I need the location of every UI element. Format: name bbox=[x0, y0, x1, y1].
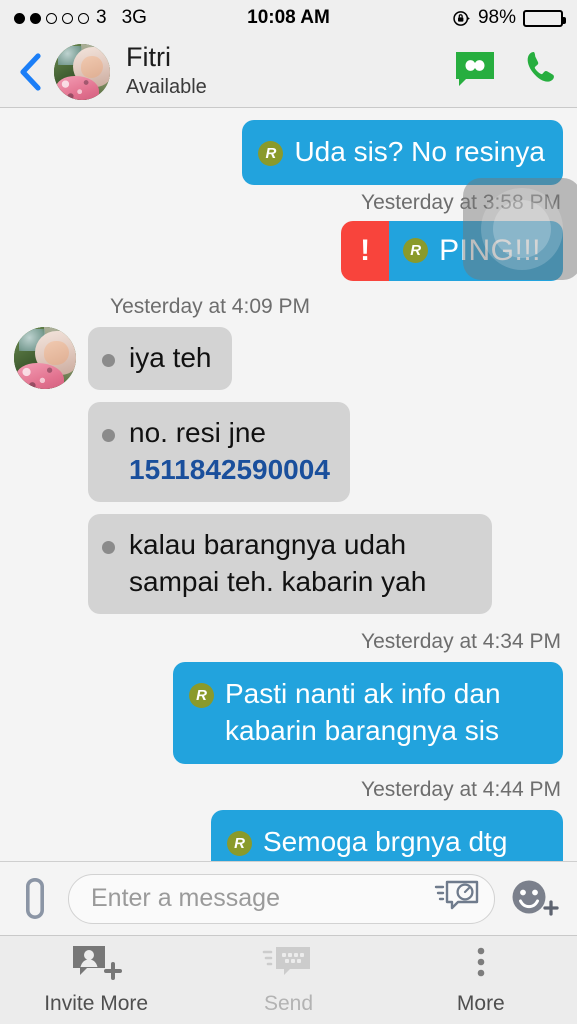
status-bar-left: 3 3G bbox=[14, 7, 147, 29]
ping-bubble[interactable]: ! R PING!!! bbox=[341, 220, 563, 281]
message-timestamp: Yesterday at 4:09 PM bbox=[110, 294, 311, 318]
video-chat-button[interactable] bbox=[453, 49, 497, 94]
message-bullet-icon bbox=[102, 540, 115, 554]
read-status-badge: R bbox=[403, 238, 429, 264]
tracking-number-link[interactable]: 1511842590004 bbox=[129, 454, 330, 485]
contact-name: Fitri bbox=[126, 42, 171, 73]
call-button[interactable] bbox=[523, 49, 561, 94]
bbm-chat-screen: 3 3G 10:08 AM 98% Fitri Available R Uda … bbox=[0, 0, 577, 1024]
battery-icon bbox=[523, 9, 566, 27]
message-row[interactable]: no. resi jne 1511842590004 bbox=[14, 401, 563, 502]
message-row[interactable]: kalau barangnya udah sampai teh. kabarin… bbox=[14, 513, 563, 614]
header-actions bbox=[453, 49, 561, 94]
outgoing-bubble[interactable]: R Pasti nanti ak info dan kabarin barang… bbox=[173, 661, 563, 764]
network-type-label: 3G bbox=[121, 7, 147, 28]
contact-status: Available bbox=[126, 75, 207, 98]
more-button[interactable]: More bbox=[385, 936, 577, 1024]
invite-more-label: Invite More bbox=[44, 992, 149, 1015]
avatar-spacer bbox=[14, 402, 88, 502]
message-timestamp: Yesterday at 4:44 PM bbox=[360, 777, 561, 801]
message-row[interactable]: R Uda sis? No resinya bbox=[14, 120, 563, 185]
message-input-field[interactable]: Enter a message bbox=[68, 873, 495, 924]
contact-identity[interactable]: Fitri Available bbox=[126, 42, 207, 100]
bbm-send-icon bbox=[262, 944, 314, 986]
avatar-photo bbox=[14, 326, 76, 389]
chat-header: Fitri Available bbox=[0, 36, 577, 108]
ping-text: PING!!! bbox=[439, 233, 541, 267]
avatar-photo bbox=[54, 43, 110, 100]
timed-message-icon bbox=[434, 880, 479, 910]
invite-more-button[interactable]: Invite More bbox=[0, 936, 192, 1024]
bbm-video-chat-icon bbox=[456, 52, 494, 86]
emoji-add-icon bbox=[512, 880, 559, 916]
message-row[interactable]: iya teh bbox=[14, 326, 563, 390]
ping-alert-icon: ! bbox=[341, 220, 390, 281]
outgoing-bubble[interactable]: R Uda sis? No resinya bbox=[242, 120, 563, 185]
message-bullet-icon bbox=[102, 428, 115, 442]
outgoing-bubble[interactable]: R Semoga brgnya dtg tepat waktu yaa bbox=[211, 809, 563, 861]
message-row[interactable]: ! R PING!!! bbox=[14, 220, 563, 281]
message-list[interactable]: R Uda sis? No resinya Yesterday at 3:58 … bbox=[0, 108, 577, 861]
incoming-bubble[interactable]: iya teh bbox=[88, 326, 232, 390]
message-text: no. resi jne 1511842590004 bbox=[129, 415, 330, 489]
back-button[interactable] bbox=[10, 52, 50, 91]
phone-call-icon bbox=[527, 52, 554, 82]
message-input-placeholder: Enter a message bbox=[91, 884, 280, 912]
contact-avatar[interactable] bbox=[54, 43, 110, 100]
timed-message-button[interactable] bbox=[434, 878, 480, 919]
send-label: Send bbox=[263, 992, 314, 1015]
status-bar: 3 3G 10:08 AM 98% bbox=[0, 0, 577, 36]
message-bullet-icon bbox=[102, 353, 115, 367]
avatar-spacer bbox=[14, 514, 88, 614]
rotation-lock-icon bbox=[452, 9, 471, 28]
more-label: More bbox=[456, 992, 505, 1015]
signal-strength-dots bbox=[14, 12, 89, 24]
incoming-bubble[interactable]: no. resi jne 1511842590004 bbox=[88, 401, 350, 502]
invite-contact-icon bbox=[69, 944, 123, 986]
bottom-toolbar: Invite More Send More bbox=[0, 935, 577, 1024]
message-row[interactable]: R Semoga brgnya dtg tepat waktu yaa bbox=[14, 809, 563, 861]
message-label: no. resi jne bbox=[129, 416, 266, 448]
battery-percent-label: 98% bbox=[477, 7, 516, 28]
read-status-badge: R bbox=[189, 682, 214, 708]
read-status-badge: R bbox=[227, 830, 252, 856]
message-input-bar: Enter a message bbox=[0, 861, 577, 935]
sender-avatar[interactable] bbox=[14, 326, 76, 389]
paperclip-icon bbox=[26, 877, 44, 919]
message-timestamp: Yesterday at 3:58 PM bbox=[360, 190, 561, 214]
read-status-badge: R bbox=[258, 141, 284, 166]
message-text: iya teh bbox=[129, 341, 212, 373]
message-row[interactable]: R Pasti nanti ak info dan kabarin barang… bbox=[14, 661, 563, 764]
carrier-label: 3 bbox=[96, 7, 107, 28]
status-bar-right: 98% bbox=[452, 7, 566, 29]
more-vertical-icon bbox=[472, 944, 490, 986]
message-text: Pasti nanti ak info dan kabarin barangny… bbox=[225, 677, 501, 746]
send-button[interactable]: Send bbox=[192, 936, 384, 1024]
message-timestamp: Yesterday at 4:34 PM bbox=[360, 629, 561, 653]
message-text: Uda sis? No resinya bbox=[294, 136, 545, 167]
ping-body: R PING!!! bbox=[389, 220, 563, 281]
message-text: kalau barangnya udah sampai teh. kabarin… bbox=[129, 528, 427, 597]
incoming-bubble[interactable]: kalau barangnya udah sampai teh. kabarin… bbox=[88, 513, 492, 614]
attach-button[interactable] bbox=[14, 874, 56, 924]
emoji-button[interactable] bbox=[507, 877, 563, 921]
message-text: Semoga brgnya dtg tepat waktu yaa bbox=[263, 825, 508, 857]
back-chevron-icon bbox=[20, 52, 41, 91]
